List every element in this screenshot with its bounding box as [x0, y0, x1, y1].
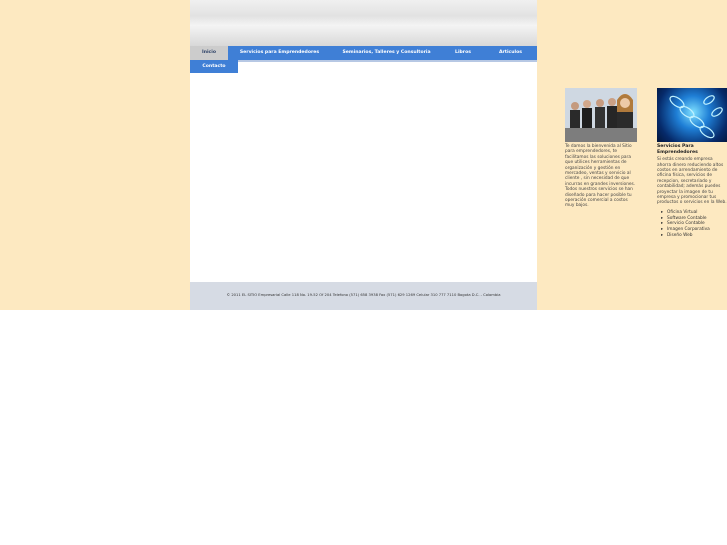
- footer: © 2011 EL SITIO Empresarial Calle 118 No…: [190, 282, 537, 310]
- services-text: Si estás creando empresa ahorra dinero r…: [657, 157, 727, 206]
- nav-item-inicio[interactable]: Inicio: [190, 46, 228, 60]
- footer-text: © 2011 EL SITIO Empresarial Calle 118 No…: [226, 293, 501, 297]
- link-diseno-web[interactable]: Diseño Web: [657, 233, 727, 239]
- nav-item-libros[interactable]: Libros: [442, 46, 484, 60]
- network-image: [657, 88, 727, 142]
- welcome-panel: Te damos la bienvenida al Sitio para emp…: [565, 88, 638, 209]
- header-banner: [190, 0, 537, 46]
- services-link-list: Oficina Virtual Software Contable Servic…: [657, 210, 727, 239]
- services-heading: Servicios Para Emprendedores: [657, 144, 698, 155]
- nav-item-articulos[interactable]: Articulos: [484, 46, 537, 60]
- nav-item-contacto[interactable]: Contacto: [190, 60, 238, 73]
- nav-item-servicios[interactable]: Servicios para Emprendedores: [228, 46, 331, 60]
- main-page: Inicio Servicios para Emprendedores Semi…: [190, 0, 537, 310]
- business-team-image: [565, 88, 637, 142]
- nav-divider: [190, 60, 537, 62]
- nav-item-seminarios[interactable]: Seminarios, Talleres y Consultoria: [331, 46, 442, 60]
- welcome-text: Te damos la bienvenida al Sitio para emp…: [565, 144, 636, 209]
- services-panel: Servicios Para Emprendedores Si estás cr…: [657, 88, 727, 239]
- main-nav: Inicio Servicios para Emprendedores Semi…: [190, 46, 537, 60]
